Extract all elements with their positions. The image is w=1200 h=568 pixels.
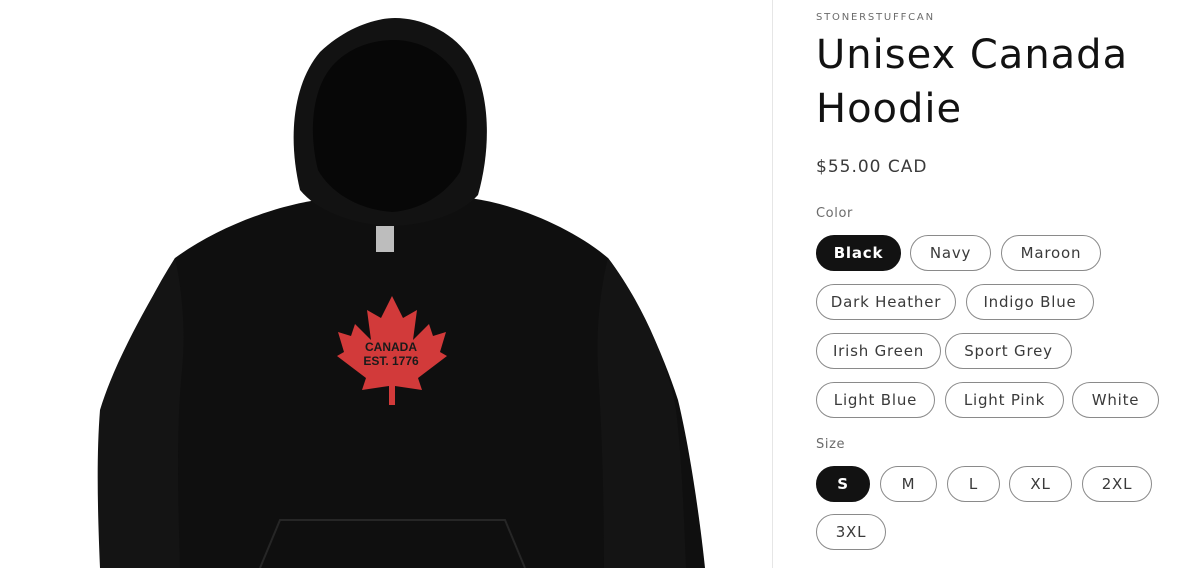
color-swatch-sport-grey[interactable]: Sport Grey [945, 333, 1072, 369]
vendor-name: STONERSTUFFCAN [816, 12, 935, 23]
product-image[interactable]: CANADA EST. 1776 [0, 0, 772, 568]
product-media: CANADA EST. 1776 [0, 0, 773, 568]
size-option-xl[interactable]: XL [1009, 466, 1072, 502]
size-option-m[interactable]: M [880, 466, 937, 502]
size-option-label: Size [816, 437, 846, 452]
hoodie-hood-opening [312, 40, 467, 212]
color-swatch-maroon[interactable]: Maroon [1001, 235, 1101, 271]
print-text-line2: EST. 1776 [363, 354, 419, 368]
neck-label [376, 226, 394, 252]
color-swatch-white[interactable]: White [1072, 382, 1159, 418]
color-swatch-indigo-blue[interactable]: Indigo Blue [966, 284, 1094, 320]
size-option-l[interactable]: L [947, 466, 1000, 502]
color-swatch-black[interactable]: Black [816, 235, 901, 271]
color-swatch-light-blue[interactable]: Light Blue [816, 382, 935, 418]
product-price: $55.00 CAD [816, 157, 928, 177]
color-swatch-navy[interactable]: Navy [910, 235, 991, 271]
hoodie-left-sleeve [97, 258, 184, 568]
color-swatch-irish-green[interactable]: Irish Green [816, 333, 941, 369]
hoodie-right-sleeve [597, 258, 686, 568]
color-swatch-light-pink[interactable]: Light Pink [945, 382, 1064, 418]
product-title: Unisex Canada Hoodie [816, 32, 1129, 132]
color-swatch-dark-heather[interactable]: Dark Heather [816, 284, 956, 320]
print-text-line1: CANADA [365, 340, 417, 354]
size-option-2xl[interactable]: 2XL [1082, 466, 1152, 502]
size-option-s[interactable]: S [816, 466, 870, 502]
size-option-3xl[interactable]: 3XL [816, 514, 886, 550]
color-option-label: Color [816, 206, 853, 221]
